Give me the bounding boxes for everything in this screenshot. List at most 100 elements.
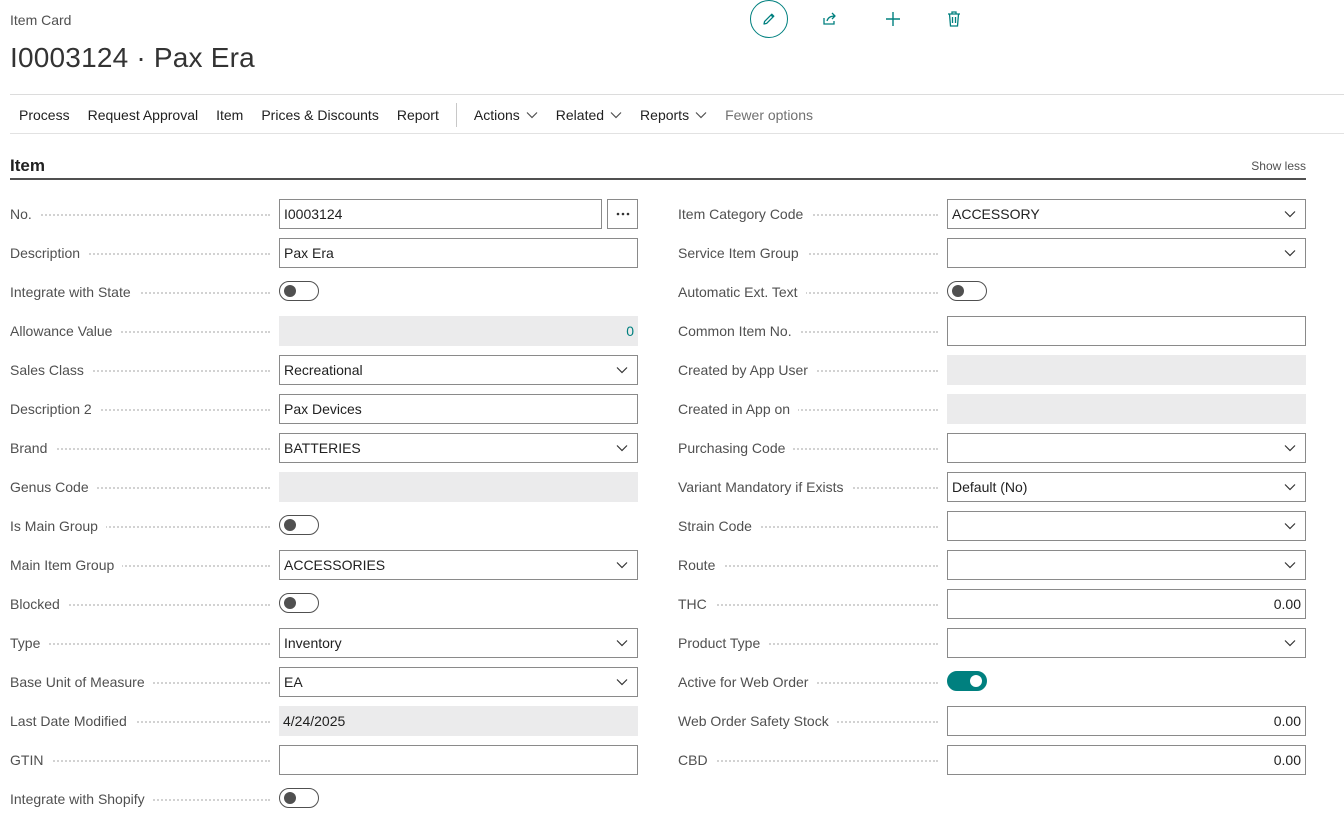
sales-class-select[interactable]: Recreational	[279, 355, 638, 385]
is-main-group-toggle[interactable]	[279, 515, 319, 535]
chevron-down-icon	[1284, 640, 1296, 647]
chevron-down-icon	[616, 367, 628, 374]
purchasing-code-select[interactable]	[947, 433, 1306, 463]
field-label: Type	[10, 635, 49, 651]
chevron-down-icon	[695, 112, 707, 119]
field-row-is-main-group: Is Main Group	[0, 511, 640, 541]
field-label: Last Date Modified	[10, 713, 135, 729]
field-label: Genus Code	[10, 479, 97, 495]
thc-field[interactable]: 0.00	[947, 589, 1306, 619]
new-button[interactable]	[874, 0, 912, 38]
field-row-description-2: Description 2 Pax Devices	[0, 394, 640, 424]
base-uom-select[interactable]: EA	[279, 667, 638, 697]
menu-report[interactable]: Report	[388, 100, 448, 130]
product-type-select[interactable]	[947, 628, 1306, 658]
trash-icon	[948, 11, 960, 27]
field-row-genus-code: Genus Code	[0, 472, 640, 502]
created-by-app-user-field[interactable]	[947, 355, 1306, 385]
share-icon	[823, 12, 836, 25]
menu-related-label: Related	[555, 107, 605, 123]
field-label: Strain Code	[678, 518, 760, 534]
last-date-modified-field[interactable]: 4/24/2025	[279, 706, 638, 736]
field-row-created-in-app-on: Created in App on	[668, 394, 1308, 424]
menu-process[interactable]: Process	[10, 100, 79, 130]
chevron-down-icon	[1284, 484, 1296, 491]
field-row-gtin: GTIN	[0, 745, 640, 775]
field-label: CBD	[678, 752, 716, 768]
field-label: Created in App on	[678, 401, 799, 417]
field-label: Description	[10, 245, 89, 261]
chevron-down-icon	[1284, 211, 1296, 218]
field-row-integrate-state: Integrate with State	[0, 277, 640, 307]
field-row-strain-code: Strain Code	[668, 511, 1308, 541]
menu-prices-discounts[interactable]: Prices & Discounts	[252, 100, 387, 130]
field-row-active-web-order: Active for Web Order	[668, 667, 1308, 697]
delete-button[interactable]	[935, 0, 973, 38]
field-row-no: No. I0003124	[0, 199, 640, 229]
chevron-down-icon	[616, 445, 628, 452]
field-row-service-item-group: Service Item Group	[668, 238, 1308, 268]
field-row-type: Type Inventory	[0, 628, 640, 658]
field-label: Created by App User	[678, 362, 816, 378]
chevron-down-icon	[616, 562, 628, 569]
field-label: No.	[10, 206, 40, 222]
automatic-ext-text-toggle[interactable]	[947, 281, 987, 301]
breadcrumb: Item Card	[10, 12, 72, 28]
menu-request-approval[interactable]: Request Approval	[79, 100, 208, 130]
integrate-state-toggle[interactable]	[279, 281, 319, 301]
field-label: Automatic Ext. Text	[678, 284, 806, 300]
field-row-common-item-no: Common Item No.	[668, 316, 1308, 346]
page-title: I0003124 · Pax Era	[10, 42, 255, 73]
description-2-field[interactable]: Pax Devices	[279, 394, 638, 424]
allowance-value-field[interactable]: 0	[279, 316, 638, 346]
show-less-link[interactable]: Show less	[1251, 159, 1306, 173]
field-row-blocked: Blocked	[0, 589, 640, 619]
service-item-group-select[interactable]	[947, 238, 1306, 268]
share-button[interactable]	[811, 0, 849, 38]
common-item-no-field[interactable]	[947, 316, 1306, 346]
variant-mandatory-select[interactable]: Default (No)	[947, 472, 1306, 502]
type-select[interactable]: Inventory	[279, 628, 638, 658]
blocked-toggle[interactable]	[279, 593, 319, 613]
field-row-cbd: CBD 0.00	[668, 745, 1308, 775]
menu-fewer-options[interactable]: Fewer options	[716, 100, 822, 130]
field-label: Integrate with State	[10, 284, 139, 300]
menu-divider	[10, 133, 1344, 134]
field-label: Allowance Value	[10, 323, 121, 339]
active-web-order-toggle[interactable]	[947, 671, 987, 691]
assist-edit-button[interactable]	[607, 199, 638, 229]
menu-actions[interactable]: Actions	[465, 100, 547, 130]
genus-code-field[interactable]	[279, 472, 638, 502]
field-label: Web Order Safety Stock	[678, 713, 837, 729]
menu-reports[interactable]: Reports	[631, 100, 716, 130]
field-label: Service Item Group	[678, 245, 807, 261]
menu-item[interactable]: Item	[207, 100, 252, 130]
strain-code-select[interactable]	[947, 511, 1306, 541]
no-field[interactable]: I0003124	[279, 199, 602, 229]
cbd-field[interactable]: 0.00	[947, 745, 1306, 775]
created-in-app-on-field[interactable]	[947, 394, 1306, 424]
field-label: Product Type	[678, 635, 769, 651]
field-label: Integrate with Shopify	[10, 791, 153, 807]
field-row-created-by-app-user: Created by App User	[668, 355, 1308, 385]
brand-select[interactable]: BATTERIES	[279, 433, 638, 463]
description-field[interactable]: Pax Era	[279, 238, 638, 268]
section-title-item[interactable]: Item	[10, 156, 45, 176]
field-row-sales-class: Sales Class Recreational	[0, 355, 640, 385]
integrate-shopify-toggle[interactable]	[279, 788, 319, 808]
route-select[interactable]	[947, 550, 1306, 580]
item-category-code-select[interactable]: ACCESSORY	[947, 199, 1306, 229]
header-divider	[10, 94, 1344, 95]
action-menu-bar: Process Request Approval Item Prices & D…	[10, 100, 822, 130]
chevron-down-icon	[1284, 445, 1296, 452]
edit-button[interactable]	[750, 0, 788, 38]
menu-related[interactable]: Related	[547, 100, 631, 130]
field-label: THC	[678, 596, 715, 612]
main-item-group-select[interactable]: ACCESSORIES	[279, 550, 638, 580]
gtin-field[interactable]	[279, 745, 638, 775]
field-label: Route	[678, 557, 724, 573]
field-row-integrate-shopify: Integrate with Shopify	[0, 784, 640, 814]
field-row-main-item-group: Main Item Group ACCESSORIES	[0, 550, 640, 580]
web-order-safety-stock-field[interactable]: 0.00	[947, 706, 1306, 736]
field-label: Variant Mandatory if Exists	[678, 479, 852, 495]
